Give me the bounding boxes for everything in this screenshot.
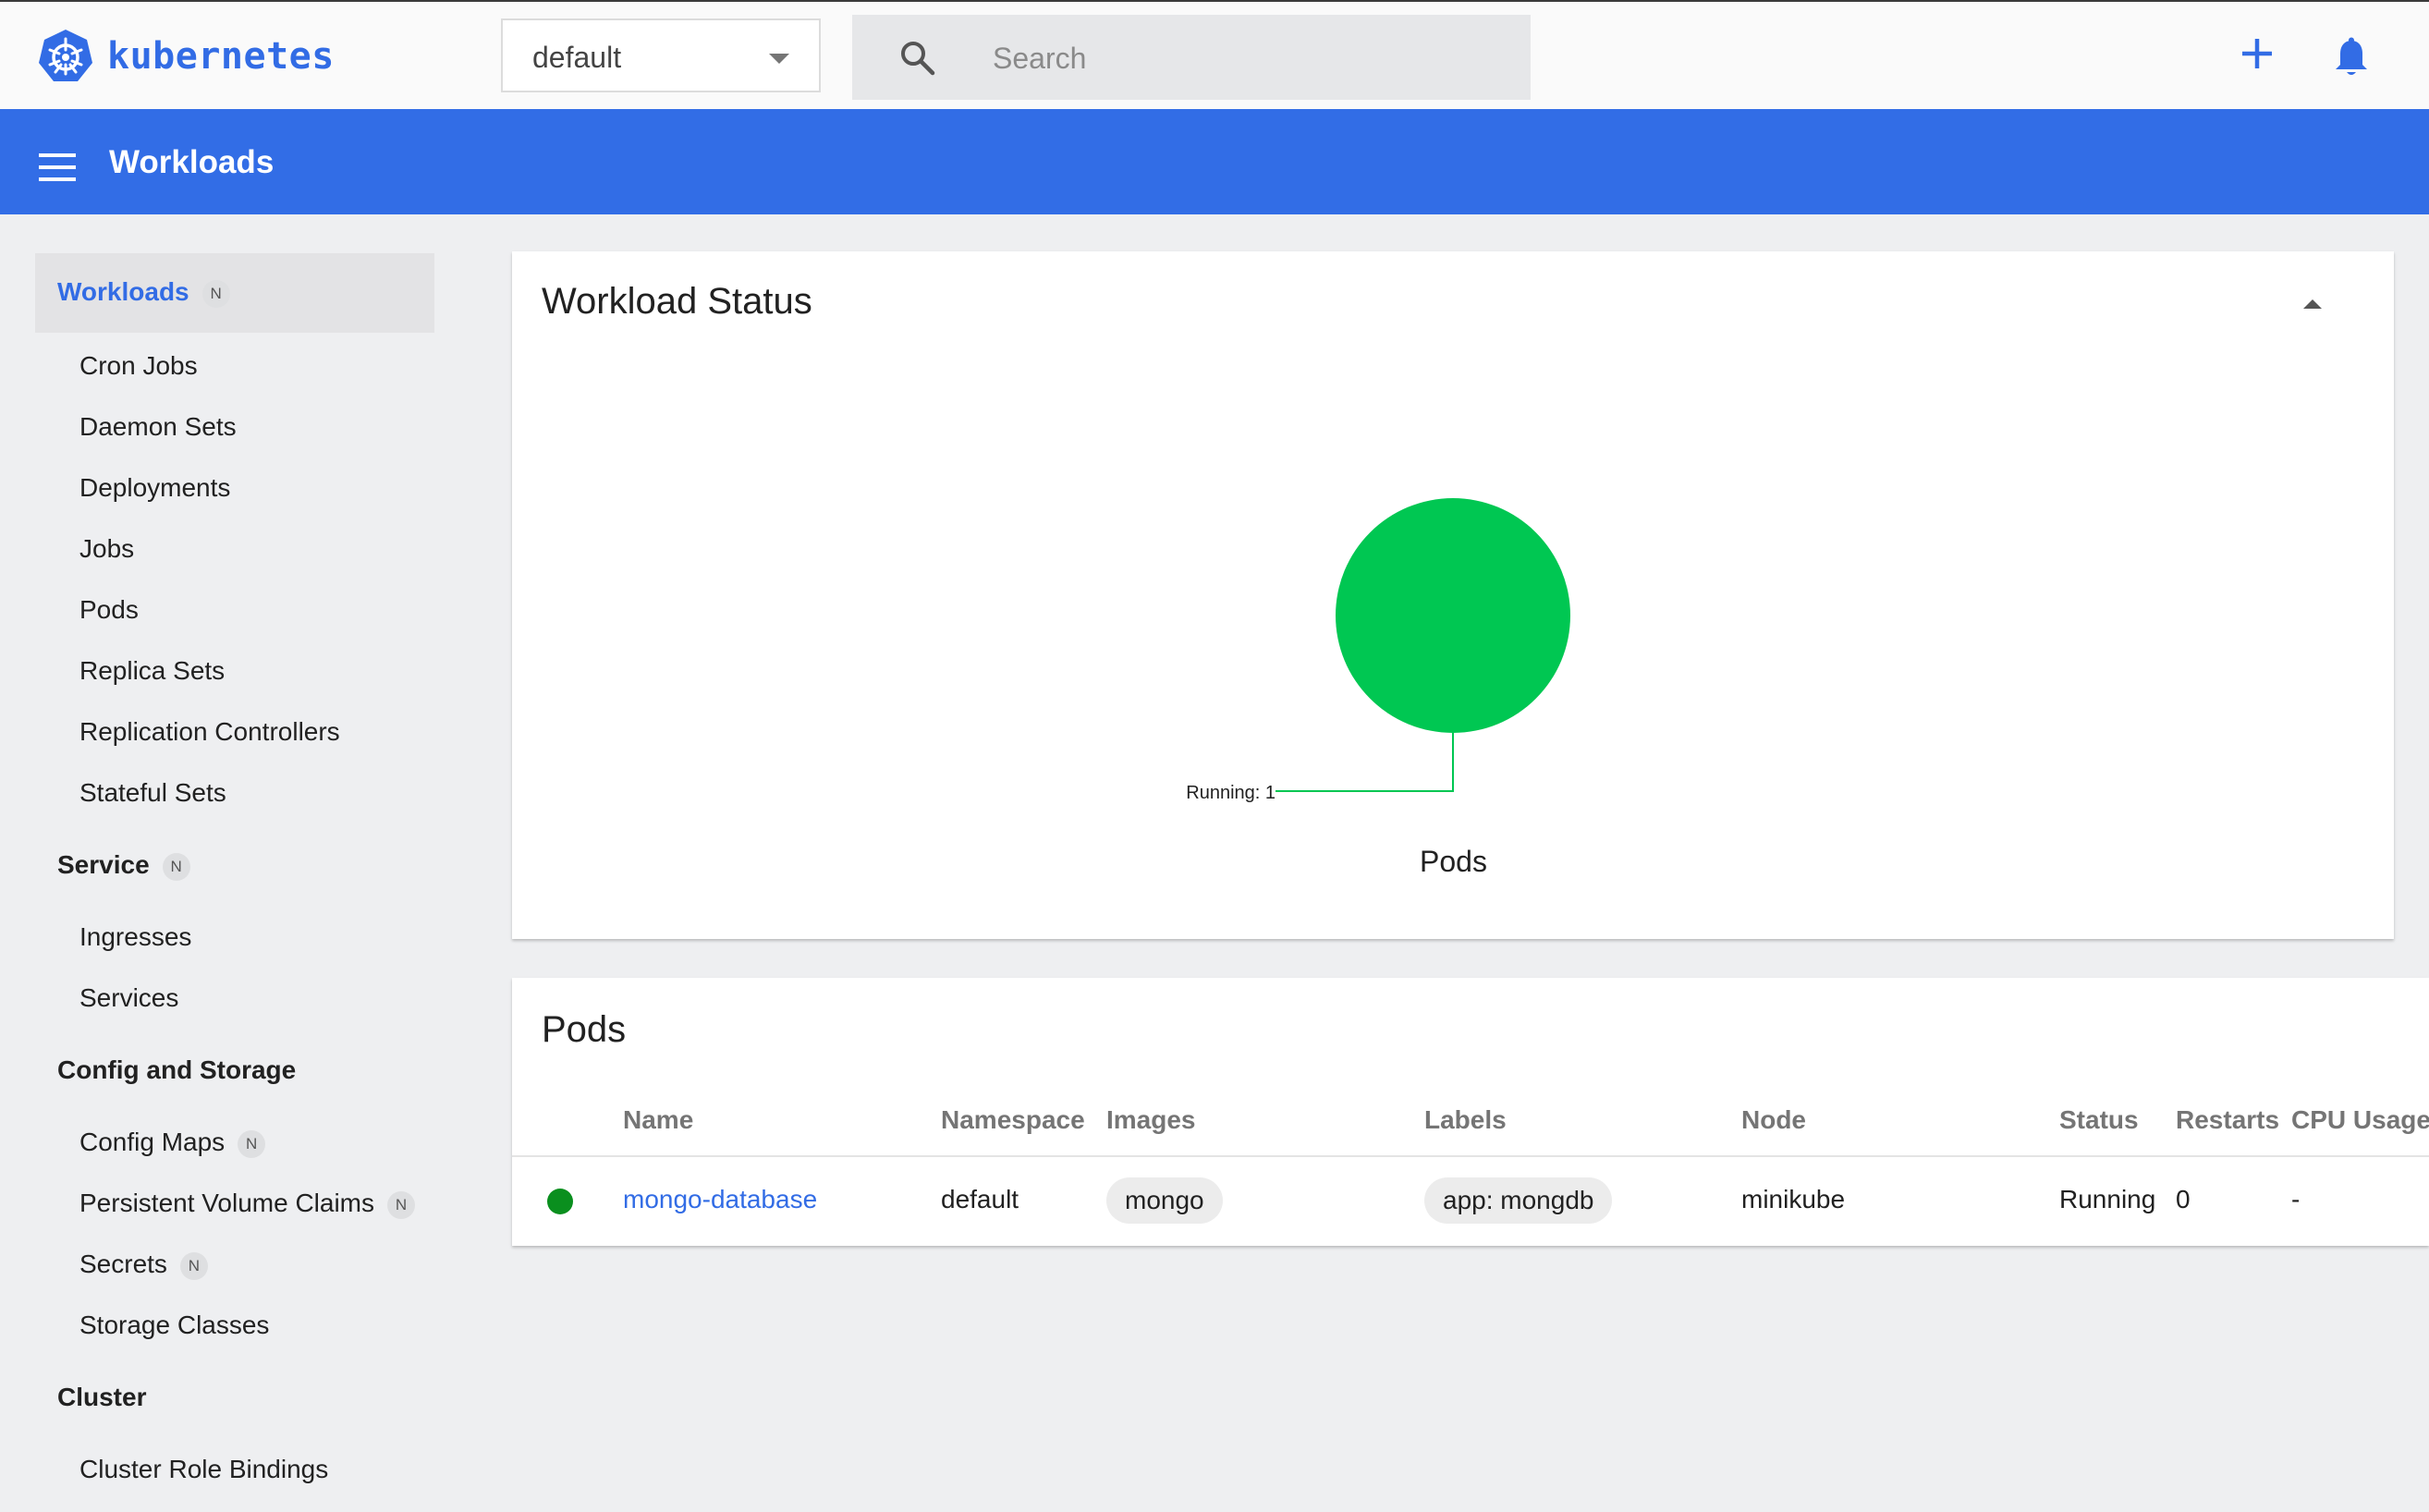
- sidebar-item-replica-sets[interactable]: Replica Sets: [79, 656, 225, 686]
- top-bar: kubernetes default: [0, 0, 2429, 109]
- column-header-namespace[interactable]: Namespace: [941, 1105, 1085, 1135]
- pie-data-label: Running: 1: [1186, 783, 1276, 803]
- sidebar-item-persistent-volume-claims[interactable]: Persistent Volume Claims N: [79, 1189, 416, 1219]
- pod-node: minikube: [1741, 1185, 1846, 1213]
- sidebar-item-label: Secrets: [79, 1250, 167, 1278]
- sidebar-section-label: Service: [57, 850, 150, 879]
- namespaced-badge: N: [201, 279, 230, 308]
- column-header-cpu-usage: CPU Usage (: [2291, 1105, 2429, 1134]
- kubernetes-logo[interactable]: kubernetes: [37, 28, 335, 85]
- pod-cpu-usage: -: [2291, 1185, 2301, 1213]
- pie-slice-running[interactable]: [1336, 498, 1570, 733]
- dropdown-caret-icon: [769, 54, 789, 64]
- sidebar-item-storage-classes[interactable]: Storage Classes: [79, 1311, 269, 1340]
- column-header-name[interactable]: Name: [623, 1105, 693, 1135]
- column-header-images: Images: [1106, 1105, 1196, 1134]
- hamburger-menu-icon[interactable]: [39, 153, 76, 181]
- column-header-node[interactable]: Node: [1741, 1105, 1806, 1135]
- sidebar-item-label: Persistent Volume Claims: [79, 1189, 375, 1217]
- search-input[interactable]: [991, 31, 1512, 85]
- page-header: [0, 109, 2429, 214]
- sidebar-item-deployments[interactable]: Deployments: [79, 473, 230, 503]
- column-header-labels: Labels: [1424, 1105, 1507, 1134]
- chart-caption: Pods: [1420, 845, 1487, 878]
- column-header-restarts[interactable]: Restarts: [2176, 1105, 2279, 1135]
- kubernetes-helm-icon: [39, 30, 92, 81]
- pod-label-chip: app: mongdb: [1424, 1177, 1613, 1224]
- sidebar-section-config-and-storage[interactable]: Config and Storage: [57, 1055, 296, 1085]
- namespaced-badge: N: [238, 1129, 266, 1158]
- create-plus-icon[interactable]: [2239, 35, 2276, 72]
- sidebar-item-config-maps[interactable]: Config Maps N: [79, 1128, 266, 1158]
- sidebar-item-secrets[interactable]: Secrets N: [79, 1250, 208, 1280]
- sidebar-section-cluster[interactable]: Cluster: [57, 1383, 146, 1412]
- pod-restarts: 0: [2176, 1185, 2191, 1213]
- pod-status-running-icon: [547, 1189, 573, 1214]
- workload-status-title: Workload Status: [542, 281, 812, 322]
- table-divider: [512, 1155, 2429, 1157]
- namespaced-badge: N: [387, 1190, 416, 1219]
- pods-status-pie-chart: Running: 1: [1186, 498, 1570, 803]
- pod-status: Running: [2059, 1185, 2156, 1213]
- page-title: Workloads: [109, 144, 275, 180]
- pod-namespace: default: [941, 1185, 1019, 1213]
- sidebar-item-stateful-sets[interactable]: Stateful Sets: [79, 778, 226, 808]
- sidebar-section-label: Workloads: [57, 277, 189, 306]
- notifications-bell-icon[interactable]: [2333, 37, 2370, 78]
- namespace-value: default: [532, 41, 622, 74]
- sidebar-section-service[interactable]: Service N: [57, 850, 190, 881]
- sidebar-item-daemon-sets[interactable]: Daemon Sets: [79, 412, 237, 442]
- sidebar-item-pods[interactable]: Pods: [79, 595, 139, 625]
- sidebar-item-jobs[interactable]: Jobs: [79, 534, 134, 564]
- collapse-caret-icon[interactable]: [2303, 299, 2322, 309]
- sidebar-item-cron-jobs[interactable]: Cron Jobs: [79, 351, 198, 381]
- pie-leader-line: [1276, 733, 1454, 792]
- sidebar-item-label: Config Maps: [79, 1128, 226, 1156]
- pod-image-chip: mongo: [1106, 1177, 1223, 1224]
- namespaced-badge: N: [162, 852, 190, 881]
- pod-name-link[interactable]: mongo-database: [623, 1185, 817, 1214]
- sidebar-item-ingresses[interactable]: Ingresses: [79, 922, 191, 952]
- sidebar-item-replication-controllers[interactable]: Replication Controllers: [79, 717, 340, 747]
- sidebar-item-cluster-role-bindings[interactable]: Cluster Role Bindings: [79, 1455, 328, 1484]
- search-icon: [901, 42, 935, 76]
- namespaced-badge: N: [179, 1251, 208, 1280]
- pods-table-title: Pods: [542, 1009, 627, 1050]
- sidebar-item-services[interactable]: Services: [79, 983, 178, 1013]
- sidebar-section-workloads[interactable]: Workloads N: [57, 277, 230, 308]
- search-bar[interactable]: [852, 15, 1531, 100]
- column-header-status[interactable]: Status: [2059, 1105, 2139, 1135]
- namespace-select[interactable]: default: [501, 18, 821, 92]
- brand-name: kubernetes: [107, 35, 335, 78]
